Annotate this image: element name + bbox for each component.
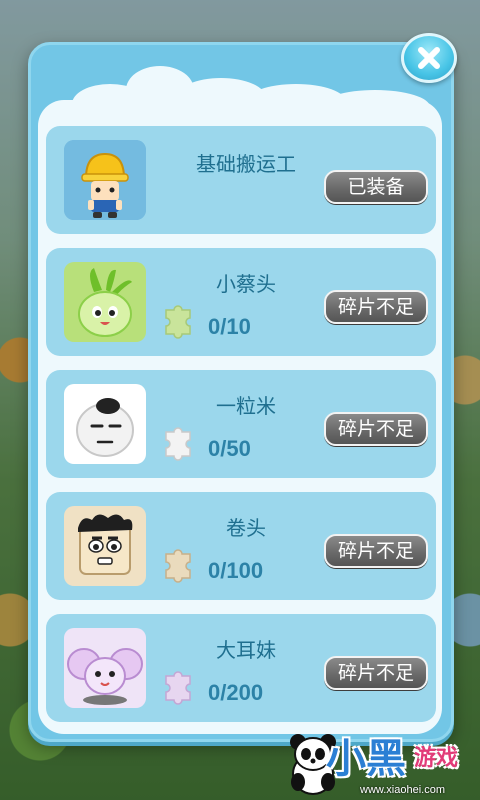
- character-name: 大耳妹: [216, 638, 276, 662]
- close-button[interactable]: [401, 33, 457, 83]
- fragment-progress: 0/200: [208, 680, 264, 705]
- equipped-button[interactable]: 已装备: [324, 170, 428, 204]
- site-watermark: 小黑 游戏 www.xiaohei.com: [286, 726, 476, 798]
- worker-hardhat-icon: [64, 140, 146, 220]
- character-card: 大耳妹 0/200 碎片不足: [46, 614, 436, 722]
- curly-hair-box-icon: [64, 506, 146, 586]
- cabbage-icon: [64, 262, 146, 342]
- insufficient-fragments-button[interactable]: 碎片不足: [324, 534, 428, 568]
- big-ear-girl-icon: [64, 628, 146, 708]
- puzzle-piece-icon: [165, 427, 191, 461]
- character-name: 小蔡头: [216, 272, 276, 296]
- character-name: 基础搬运工: [196, 152, 296, 176]
- fragment-progress: 0/10: [208, 314, 251, 339]
- puzzle-piece-icon: [165, 549, 191, 583]
- insufficient-fragments-button[interactable]: 碎片不足: [324, 412, 428, 446]
- rice-icon: [64, 384, 146, 464]
- puzzle-piece-icon: [165, 671, 191, 705]
- character-card: 小蔡头 0/10 碎片不足: [46, 248, 436, 356]
- watermark-logo-text: 小黑: [326, 736, 406, 782]
- watermark-url: www.xiaohei.com: [360, 784, 445, 796]
- character-card: 一粒米 0/50 碎片不足: [46, 370, 436, 478]
- puzzle-piece-icon: [165, 305, 191, 339]
- fragment-progress: 0/50: [208, 436, 251, 461]
- fragment-progress: 0/100: [208, 558, 264, 583]
- insufficient-fragments-button[interactable]: 碎片不足: [324, 290, 428, 324]
- watermark-logo-subtext: 游戏: [414, 746, 459, 771]
- character-name: 卷头: [226, 516, 266, 540]
- character-name: 一粒米: [216, 394, 276, 418]
- insufficient-fragments-button[interactable]: 碎片不足: [324, 656, 428, 690]
- character-card: 卷头 0/100 碎片不足: [46, 492, 436, 600]
- close-icon: [418, 47, 440, 69]
- character-card: 基础搬运工 已装备: [46, 126, 436, 234]
